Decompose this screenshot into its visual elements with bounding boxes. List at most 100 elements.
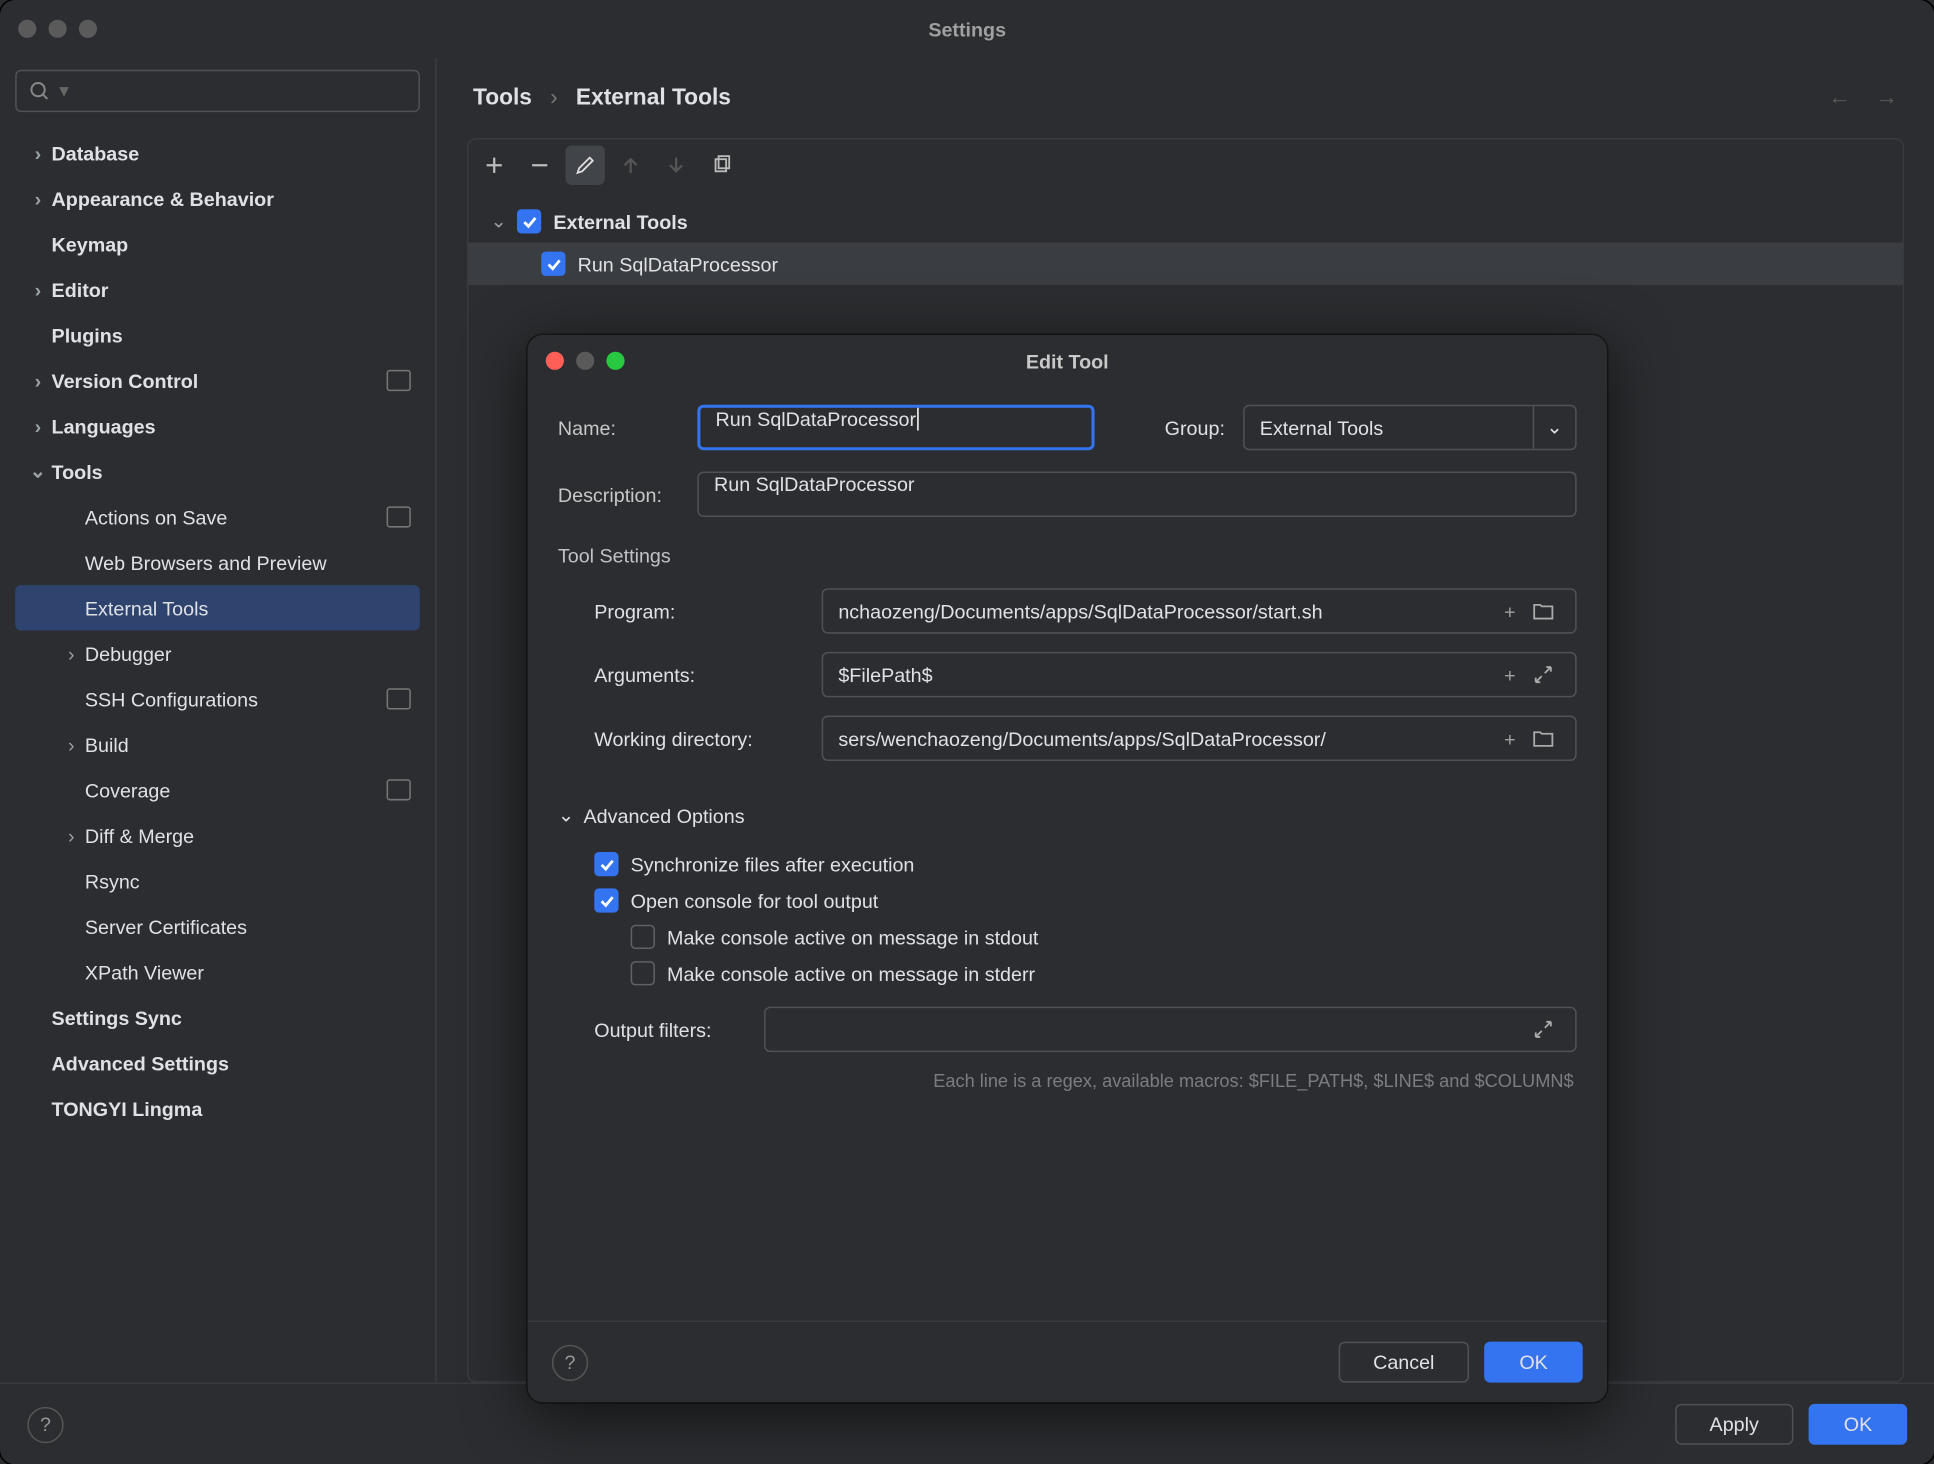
checkbox[interactable] (631, 925, 655, 949)
tool-settings-heading: Tool Settings (558, 544, 1577, 567)
add-button[interactable] (475, 146, 514, 185)
name-input[interactable]: Run SqlDataProcessor (697, 405, 1094, 450)
sidebar-item-advanced-settings[interactable]: Advanced Settings (15, 1040, 420, 1085)
apply-button[interactable]: Apply (1675, 1404, 1794, 1445)
insert-macro-button[interactable]: + (1493, 663, 1526, 686)
settings-search-input[interactable]: ▾ (15, 70, 420, 112)
sidebar-item-settings-sync[interactable]: Settings Sync (15, 994, 420, 1039)
output-filters-hint: Each line is a regex, available macros: … (558, 1070, 1577, 1091)
sidebar-item-label: SSH Configurations (85, 688, 387, 711)
sidebar-item-tongyi-lingma[interactable]: TONGYI Lingma (15, 1085, 420, 1130)
sidebar-item-label: Actions on Save (85, 506, 387, 529)
sidebar-item-label: Server Certificates (85, 915, 411, 938)
sidebar-item-label: Editor (52, 278, 411, 301)
arguments-input[interactable]: $FilePath$ + (822, 652, 1577, 697)
sidebar-item-editor[interactable]: ›Editor (15, 267, 420, 312)
sidebar-item-ssh-configurations[interactable]: SSH Configurations (15, 676, 420, 721)
chevron-down-icon: ⌄ (558, 803, 575, 827)
tool-group-row[interactable]: ⌄ External Tools (468, 200, 1902, 242)
remove-button[interactable] (520, 146, 559, 185)
scope-badge-icon (387, 779, 411, 800)
move-up-button[interactable] (611, 146, 650, 185)
program-input[interactable]: nchaozeng/Documents/apps/SqlDataProcesso… (822, 588, 1577, 633)
sidebar-item-coverage[interactable]: Coverage (15, 767, 420, 812)
expand-icon[interactable] (1527, 1020, 1560, 1038)
copy-button[interactable] (702, 146, 741, 185)
sidebar-item-label: Tools (52, 460, 411, 483)
titlebar: Settings (0, 0, 1934, 58)
working-directory-input[interactable]: sers/wenchaozeng/Documents/apps/SqlDataP… (822, 716, 1577, 761)
sidebar-item-label: XPath Viewer (85, 960, 411, 983)
sidebar-item-web-browsers-and-preview[interactable]: Web Browsers and Preview (15, 540, 420, 585)
group-label: External Tools (553, 210, 687, 233)
sidebar-item-version-control[interactable]: ›Version Control (15, 358, 420, 403)
browse-folder-button[interactable] (1527, 602, 1560, 620)
working-directory-label: Working directory: (594, 727, 821, 750)
sidebar-item-database[interactable]: ›Database (15, 130, 420, 175)
sidebar-item-xpath-viewer[interactable]: XPath Viewer (15, 949, 420, 994)
dialog-ok-button[interactable]: OK (1484, 1342, 1582, 1383)
insert-macro-button[interactable]: + (1493, 727, 1526, 750)
sidebar-item-server-certificates[interactable]: Server Certificates (15, 904, 420, 949)
sidebar-item-rsync[interactable]: Rsync (15, 858, 420, 903)
output-filters-input[interactable] (764, 1007, 1577, 1052)
tool-item-label: Run SqlDataProcessor (578, 252, 778, 275)
insert-macro-button[interactable]: + (1493, 600, 1526, 623)
sync-files-checkbox-row[interactable]: Synchronize files after execution (558, 846, 1577, 882)
description-input[interactable]: Run SqlDataProcessor (697, 471, 1576, 516)
chevron-right-icon: › (24, 415, 51, 438)
sidebar-item-label: Plugins (52, 324, 411, 347)
tool-item-row[interactable]: Run SqlDataProcessor (468, 243, 1902, 285)
open-console-checkbox-row[interactable]: Open console for tool output (558, 882, 1577, 918)
chevron-right-icon: › (24, 187, 51, 210)
chevron-down-icon: ⌄ (24, 459, 51, 483)
sidebar-item-label: Diff & Merge (85, 824, 411, 847)
help-button[interactable]: ? (27, 1406, 63, 1442)
tool-checkbox[interactable] (541, 252, 565, 276)
expand-icon[interactable] (1527, 666, 1560, 684)
sidebar-item-external-tools[interactable]: External Tools (15, 585, 420, 630)
help-button[interactable]: ? (552, 1344, 588, 1380)
chevron-right-icon: › (24, 278, 51, 301)
sidebar-item-debugger[interactable]: ›Debugger (15, 631, 420, 676)
sidebar-item-build[interactable]: ›Build (15, 722, 420, 767)
ok-button[interactable]: OK (1809, 1404, 1907, 1445)
group-select[interactable]: External Tools ⌄ (1243, 405, 1577, 450)
checkbox[interactable] (594, 888, 618, 912)
sidebar-item-appearance-behavior[interactable]: ›Appearance & Behavior (15, 176, 420, 221)
edit-button[interactable] (565, 146, 604, 185)
sidebar-item-label: Debugger (85, 642, 411, 665)
sidebar-item-tools[interactable]: ⌄Tools (15, 449, 420, 494)
chevron-right-icon: › (58, 733, 85, 756)
checkbox[interactable] (631, 961, 655, 985)
edit-tool-dialog: Edit Tool Name: Run SqlDataProcessor Gro… (528, 335, 1607, 1402)
dialog-cancel-button[interactable]: Cancel (1338, 1342, 1469, 1383)
program-label: Program: (594, 600, 821, 623)
move-down-button[interactable] (656, 146, 695, 185)
sidebar-item-languages[interactable]: ›Languages (15, 403, 420, 448)
sidebar-item-diff-merge[interactable]: ›Diff & Merge (15, 813, 420, 858)
sidebar-item-label: Build (85, 733, 411, 756)
chevron-right-icon: › (24, 142, 51, 165)
sidebar-item-actions-on-save[interactable]: Actions on Save (15, 494, 420, 539)
output-filters-label: Output filters: (594, 1018, 764, 1041)
sidebar-item-label: Settings Sync (52, 1006, 411, 1029)
checkbox[interactable] (594, 852, 618, 876)
group-checkbox[interactable] (517, 209, 541, 233)
sidebar-item-keymap[interactable]: Keymap (15, 221, 420, 266)
back-icon[interactable]: ← (1828, 85, 1851, 111)
description-label: Description: (558, 483, 697, 506)
stdout-checkbox-row[interactable]: Make console active on message in stdout (558, 919, 1577, 955)
chevron-right-icon: › (58, 642, 85, 665)
chevron-right-icon: › (550, 85, 558, 111)
forward-icon[interactable]: → (1875, 85, 1898, 111)
sidebar-item-label: External Tools (85, 597, 411, 620)
advanced-options-toggle[interactable]: ⌄ Advanced Options (558, 803, 1577, 827)
sidebar-item-plugins[interactable]: Plugins (15, 312, 420, 357)
breadcrumb-parent[interactable]: Tools (473, 85, 532, 111)
browse-folder-button[interactable] (1527, 729, 1560, 747)
name-label: Name: (558, 416, 697, 439)
chevron-down-icon: ⌄ (487, 209, 511, 233)
stderr-checkbox-row[interactable]: Make console active on message in stderr (558, 955, 1577, 991)
chevron-right-icon: › (24, 369, 51, 392)
